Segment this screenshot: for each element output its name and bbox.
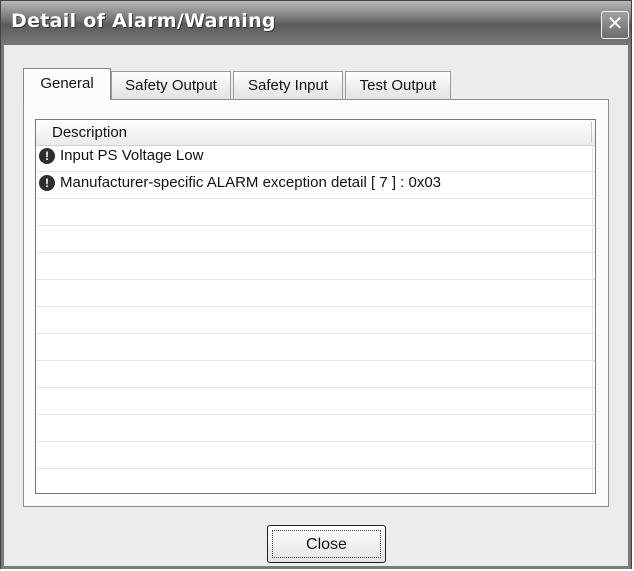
- empty-row: [36, 415, 595, 442]
- close-button-label: Close: [272, 530, 381, 558]
- empty-row: [36, 361, 595, 388]
- alarm-icon: !: [39, 148, 55, 164]
- column-header[interactable]: Description: [36, 120, 595, 146]
- empty-row: [36, 388, 595, 415]
- empty-row: [36, 226, 595, 253]
- empty-row: [36, 469, 595, 493]
- tab-safety-input[interactable]: Safety Input: [233, 71, 343, 99]
- window-frame-left: [1, 45, 4, 568]
- dialog-title: Detail of Alarm/Warning: [11, 10, 276, 32]
- window-frame-bottom: [1, 566, 631, 569]
- list-item-text: Manufacturer-specific ALARM exception de…: [60, 174, 442, 191]
- empty-row: [36, 199, 595, 226]
- tab-test-output[interactable]: Test Output: [345, 71, 451, 99]
- empty-row: [36, 253, 595, 280]
- column-separator[interactable]: [591, 122, 592, 142]
- empty-row: [36, 307, 595, 334]
- description-list[interactable]: Description ! Input PS Voltage Low ! Man…: [35, 119, 596, 494]
- tab-safety-output[interactable]: Safety Output: [111, 71, 231, 99]
- tab-panel-general: Description ! Input PS Voltage Low ! Man…: [23, 99, 609, 507]
- window-frame-right: [628, 45, 631, 568]
- close-button[interactable]: Close: [267, 525, 386, 563]
- list-item-text: Input PS Voltage Low: [60, 147, 204, 164]
- close-icon[interactable]: ✕: [601, 11, 629, 39]
- list-item[interactable]: ! Input PS Voltage Low: [36, 145, 595, 172]
- tab-general[interactable]: General: [23, 68, 111, 100]
- empty-row: [36, 334, 595, 361]
- alarm-icon: !: [39, 175, 55, 191]
- column-header-description: Description: [52, 124, 128, 141]
- list-item[interactable]: ! Manufacturer-specific ALARM exception …: [36, 172, 595, 199]
- title-bar[interactable]: Detail of Alarm/Warning ✕: [1, 1, 631, 45]
- alarm-detail-dialog: Detail of Alarm/Warning ✕ General Safety…: [0, 0, 632, 569]
- column-gridline: [592, 145, 593, 493]
- empty-row: [36, 442, 595, 469]
- empty-row: [36, 280, 595, 307]
